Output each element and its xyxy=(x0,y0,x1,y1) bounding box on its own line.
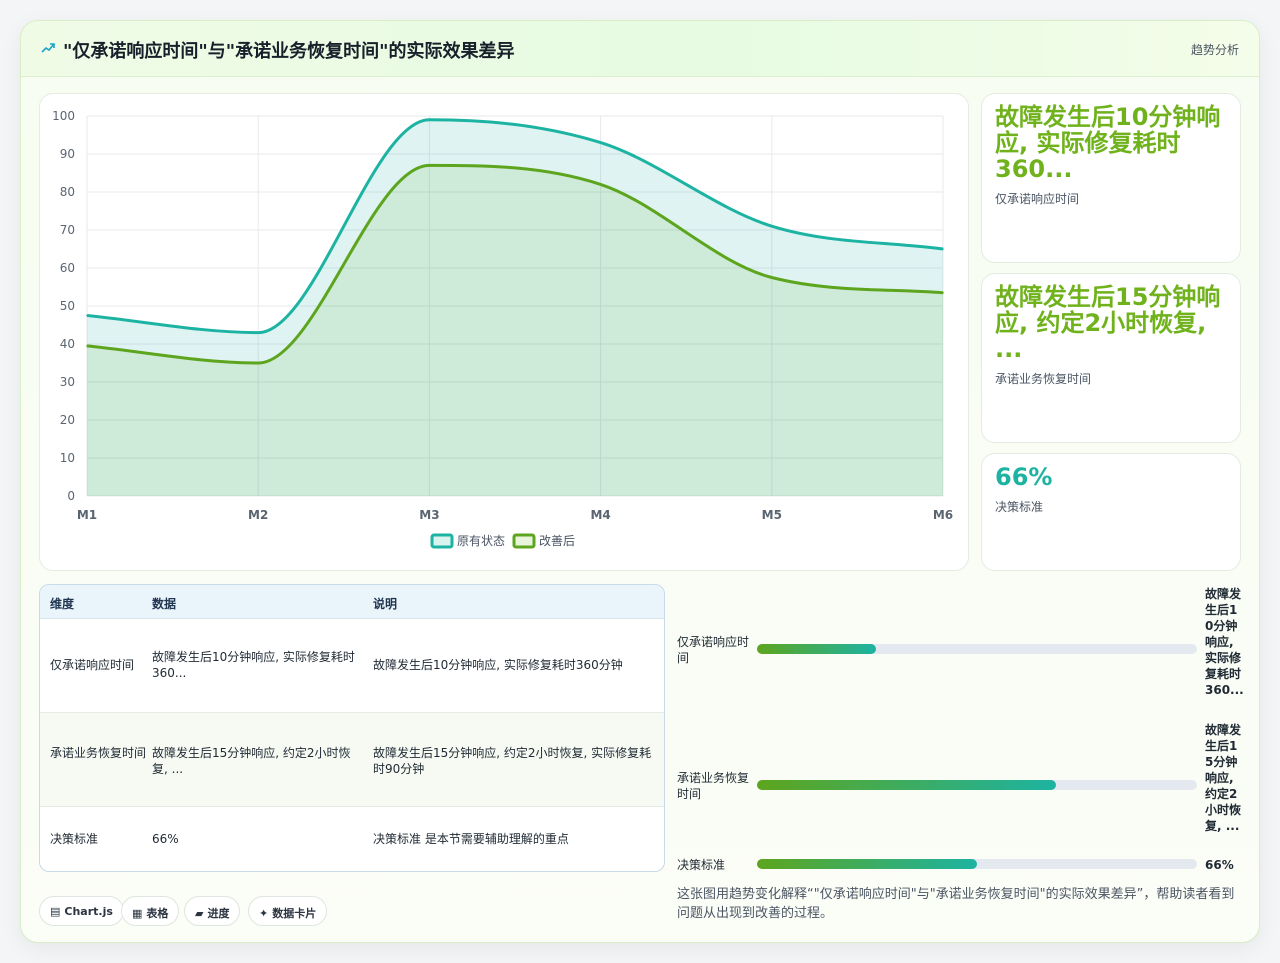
kpi-value: 66% xyxy=(995,463,1053,491)
chip-label: 进度 xyxy=(207,907,230,920)
table-cell: 66% xyxy=(152,832,179,846)
kpi-value: 故障发生后15分钟响应, 约定2小时恢复, ... xyxy=(995,283,1221,363)
kpi-card-decision: 66% 决策标准 xyxy=(981,453,1241,571)
progress-value: 66% xyxy=(1205,858,1234,872)
area-chart: 0 10 20 30 40 50 60 70 80 90 100 M1 M2 M3 M4 M5 M6 原有状态 改善… xyxy=(52,109,953,549)
y-tick-label: 50 xyxy=(60,299,75,313)
table-row: 决策标准 66% 决策标准 是本节需要辅助理解的重点 xyxy=(40,807,664,871)
x-tick-label: M1 xyxy=(77,508,97,522)
progress-track xyxy=(757,780,1197,790)
table-row: 仅承诺响应时间 故障发生后10分钟响应, 实际修复耗时360... 故障发生后1… xyxy=(40,619,664,713)
table-row: 承诺业务恢复时间 故障发生后15分钟响应, 约定2小时恢复, ... 故障发生后… xyxy=(40,713,664,807)
y-tick-label: 40 xyxy=(60,337,75,351)
y-tick-label: 30 xyxy=(60,375,75,389)
chip-label: 数据卡片 xyxy=(272,907,317,920)
chip-data-card[interactable]: ✦ 数据卡片 xyxy=(248,896,328,926)
data-table: 维度 数据 说明 仅承诺响应时间 故障发生后10分钟响应, 实际修复耗时360.… xyxy=(39,584,665,872)
progress-track xyxy=(757,644,1197,654)
column-header: 说明 xyxy=(373,597,398,611)
x-tick-label: M3 xyxy=(419,508,439,522)
table-cell: 决策标准 是本节需要辅助理解的重点 xyxy=(373,832,569,846)
legend-swatch xyxy=(512,533,536,549)
kpi-label: 承诺业务恢复时间 xyxy=(995,372,1092,386)
kpi-card-response: 故障发生后10分钟响应, 实际修复耗时360... 仅承诺响应时间 xyxy=(981,93,1241,263)
progress-value: 故障发生后15分钟响应, 约定2小时恢复, ... xyxy=(1205,723,1242,833)
progress-icon: ▰ xyxy=(195,907,204,920)
progress-value: 故障发生后10分钟响应, 实际修复耗时360... xyxy=(1205,587,1244,697)
table-cell: 决策标准 xyxy=(50,832,99,846)
y-tick-label: 90 xyxy=(60,147,75,161)
x-tick-label: M5 xyxy=(762,508,782,522)
x-tick-label: M4 xyxy=(590,508,610,522)
trend-icon xyxy=(41,43,55,53)
progress-label: 仅承诺响应时间 xyxy=(677,635,750,665)
chip-label: Chart.js xyxy=(64,905,113,918)
header-tag: 趋势分析 xyxy=(1190,43,1239,57)
column-header: 数据 xyxy=(152,597,177,611)
main-card: "仅承诺响应时间"与"承诺业务恢复时间"的实际效果差异 趋势分析 0 10 20 30… xyxy=(20,20,1260,943)
kpi-value: 故障发生后10分钟响应, 实际修复耗时360... xyxy=(995,103,1221,183)
data-point xyxy=(942,291,944,294)
x-tick-label: M6 xyxy=(933,508,953,522)
y-tick-label: 10 xyxy=(60,451,75,465)
progress-fill xyxy=(757,859,977,869)
data-point xyxy=(257,331,259,334)
table-header: 维度 数据 说明 xyxy=(40,585,664,619)
data-point xyxy=(599,183,602,186)
table-icon: ▦ xyxy=(132,907,143,920)
data-point xyxy=(771,276,773,279)
data-point xyxy=(86,314,88,317)
data-point xyxy=(428,119,431,121)
y-tick-label: 100 xyxy=(52,109,75,123)
progress-fill xyxy=(757,644,876,654)
page-title: "仅承诺响应时间"与"承诺业务恢复时间"的实际效果差异 xyxy=(63,41,515,62)
chart-icon: ▤ xyxy=(50,905,61,918)
legend-swatch xyxy=(430,533,454,549)
table-cell: 故障发生后10分钟响应, 实际修复耗时360分钟 xyxy=(373,658,623,672)
y-tick-label: 80 xyxy=(60,185,75,199)
data-point xyxy=(942,248,944,250)
kpi-label: 仅承诺响应时间 xyxy=(995,192,1080,206)
y-tick-label: 70 xyxy=(60,223,75,237)
table-cell: 故障发生后15分钟响应, 约定2小时恢复, ... xyxy=(152,746,351,776)
chip-chartjs[interactable]: ▤ Chart.js xyxy=(39,896,124,926)
column-header: 维度 xyxy=(50,597,75,611)
data-point xyxy=(599,141,602,144)
chip-label: 表格 xyxy=(146,907,169,920)
legend-label: 改善后 xyxy=(539,533,575,548)
progress-label: 承诺业务恢复时间 xyxy=(677,771,750,801)
y-tick-label: 0 xyxy=(67,489,75,503)
data-point xyxy=(257,362,259,364)
progress-list: 仅承诺响应时间 故障发生后10分钟响应, 实际修复耗时360... 承诺业务恢复… xyxy=(675,584,1247,884)
x-tick-label: M2 xyxy=(248,508,268,522)
data-point xyxy=(771,225,773,227)
kpi-card-recovery: 故障发生后15分钟响应, 约定2小时恢复, ... 承诺业务恢复时间 xyxy=(981,273,1241,443)
header: "仅承诺响应时间"与"承诺业务恢复时间"的实际效果差异 趋势分析 xyxy=(21,21,1259,77)
table-cell: 仅承诺响应时间 xyxy=(50,658,135,672)
y-tick-label: 60 xyxy=(60,261,75,275)
sparkle-icon: ✦ xyxy=(259,907,269,920)
chart-panel: 0 10 20 30 40 50 60 70 80 90 100 M1 M2 M3 M4 M5 M6 原有状态 改善… xyxy=(39,93,969,571)
legend-label: 原有状态 xyxy=(457,534,505,548)
chip-table[interactable]: ▦ 表格 xyxy=(121,896,180,926)
table-cell: 承诺业务恢复时间 xyxy=(50,746,147,760)
y-tick-label: 20 xyxy=(60,413,75,427)
table-cell: 故障发生后15分钟响应, 约定2小时恢复, 实际修复耗时90分钟 xyxy=(373,746,652,776)
kpi-label: 决策标准 xyxy=(995,500,1044,514)
progress-track xyxy=(757,859,1197,869)
progress-label: 决策标准 xyxy=(677,858,726,872)
chart-description: 这张图用趋势变化解释“"仅承诺响应时间"与"承诺业务恢复时间"的实际效果差异”，… xyxy=(677,887,1235,921)
data-point xyxy=(86,345,88,347)
progress-fill xyxy=(757,780,1057,790)
chip-progress[interactable]: ▰ 进度 xyxy=(184,896,241,926)
data-point xyxy=(428,164,431,167)
table-cell: 故障发生后10分钟响应, 实际修复耗时360... xyxy=(152,650,355,680)
